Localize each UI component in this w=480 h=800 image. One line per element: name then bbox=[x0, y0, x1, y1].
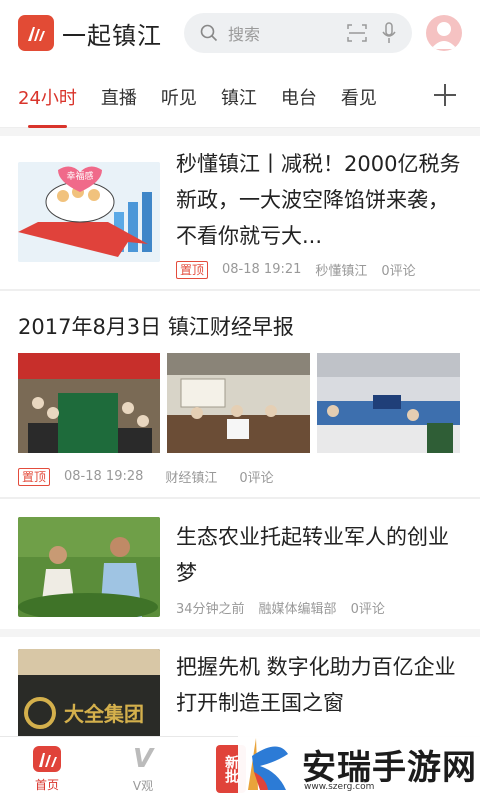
pinned-badge: 置顶 bbox=[18, 467, 51, 486]
user-avatar-icon[interactable] bbox=[426, 15, 462, 51]
article-title[interactable]: 秒懂镇江丨减税！2000亿税务新政，一大波空降馅饼来袭，不看你就亏大... bbox=[176, 146, 466, 254]
channel-tabs: 24小时 直播 听见 镇江 电台 看见 bbox=[0, 66, 480, 128]
tab-radio[interactable]: 电台 bbox=[281, 66, 317, 128]
nav-home[interactable]: 首页 bbox=[12, 737, 82, 800]
add-channel-icon[interactable] bbox=[432, 82, 458, 108]
article-image-1[interactable] bbox=[18, 353, 160, 453]
article-meta: 34分钟之前 融媒体编辑部 0评论 bbox=[176, 598, 399, 617]
article-item[interactable]: 2017年8月3日 镇江财经早报 置顶 08-18 19:28 财经镇江 0评论 bbox=[0, 291, 480, 497]
watermark-url: www.szerg.com bbox=[304, 782, 375, 792]
article-title[interactable]: 把握先机 数字化助力百亿企业打开制造王国之窗 bbox=[176, 649, 466, 721]
thumbnail-caption: 幸福感 bbox=[66, 170, 93, 182]
article-source: 融媒体编辑部 bbox=[258, 602, 337, 617]
article-image-3[interactable] bbox=[317, 353, 460, 453]
thumbnail-caption: 大全集团 bbox=[64, 702, 144, 726]
article-comments[interactable]: 0评论 bbox=[381, 260, 415, 279]
article-source: 财经镇江 bbox=[165, 471, 218, 486]
article-source: 秒懂镇江 bbox=[315, 264, 368, 279]
scan-icon[interactable] bbox=[346, 23, 368, 43]
search-icon bbox=[200, 24, 218, 42]
tab-listen[interactable]: 听见 bbox=[161, 66, 197, 128]
article-comments[interactable]: 0评论 bbox=[351, 598, 385, 617]
search-input[interactable]: 搜索 bbox=[184, 13, 412, 53]
article-thumbnail[interactable] bbox=[18, 517, 160, 617]
nav-label: V观 bbox=[132, 779, 154, 793]
microphone-icon[interactable] bbox=[382, 22, 396, 44]
app-title: 一起镇江 bbox=[62, 21, 162, 50]
nav-label: 首页 bbox=[34, 778, 59, 792]
article-meta: 置顶 08-18 19:28 财经镇江 0评论 bbox=[18, 467, 288, 486]
tab-24-hours[interactable]: 24小时 bbox=[18, 66, 77, 128]
article-item[interactable]: 大全集团 把握先机 数字化助力百亿企业打开制造王国之窗 bbox=[0, 637, 480, 737]
tab-watch[interactable]: 看见 bbox=[341, 66, 377, 128]
article-time: 08-18 19:28 bbox=[64, 469, 144, 484]
home-logo-icon bbox=[33, 746, 61, 772]
tab-live[interactable]: 直播 bbox=[101, 66, 137, 128]
section-divider bbox=[0, 128, 480, 136]
v-icon: V bbox=[132, 744, 154, 774]
article-comments[interactable]: 0评论 bbox=[239, 467, 273, 486]
article-item[interactable]: 生态农业托起转业军人的创业梦 34分钟之前 融媒体编辑部 0评论 bbox=[0, 499, 480, 629]
section-divider bbox=[0, 629, 480, 637]
article-item[interactable]: 幸福感 秒懂镇江丨减税！2000亿税务新政，一大波空降馅饼来袭，不看你就亏大..… bbox=[0, 136, 480, 288]
article-title[interactable]: 2017年8月3日 镇江财经早报 bbox=[18, 311, 294, 341]
site-watermark: 安瑞手游网 www.szerg.com bbox=[238, 728, 480, 800]
article-time: 34分钟之前 bbox=[176, 602, 245, 617]
article-time: 08-18 19:21 bbox=[222, 262, 302, 277]
article-title[interactable]: 生态农业托起转业军人的创业梦 bbox=[176, 519, 466, 591]
watermark-logo-icon bbox=[248, 738, 288, 790]
article-thumbnail[interactable]: 大全集团 bbox=[18, 649, 160, 737]
app-logo-icon[interactable] bbox=[18, 15, 54, 51]
top-header: 一起镇江 搜索 bbox=[0, 0, 480, 66]
article-image-2[interactable] bbox=[167, 353, 310, 453]
pinned-badge: 置顶 bbox=[176, 260, 209, 279]
nav-vguan[interactable]: V V观 bbox=[108, 737, 178, 800]
tab-zhenjiang[interactable]: 镇江 bbox=[221, 66, 257, 128]
article-meta: 置顶 08-18 19:21 秒懂镇江 0评论 bbox=[176, 260, 430, 279]
search-placeholder: 搜索 bbox=[228, 25, 261, 44]
article-thumbnail[interactable]: 幸福感 bbox=[18, 162, 160, 262]
